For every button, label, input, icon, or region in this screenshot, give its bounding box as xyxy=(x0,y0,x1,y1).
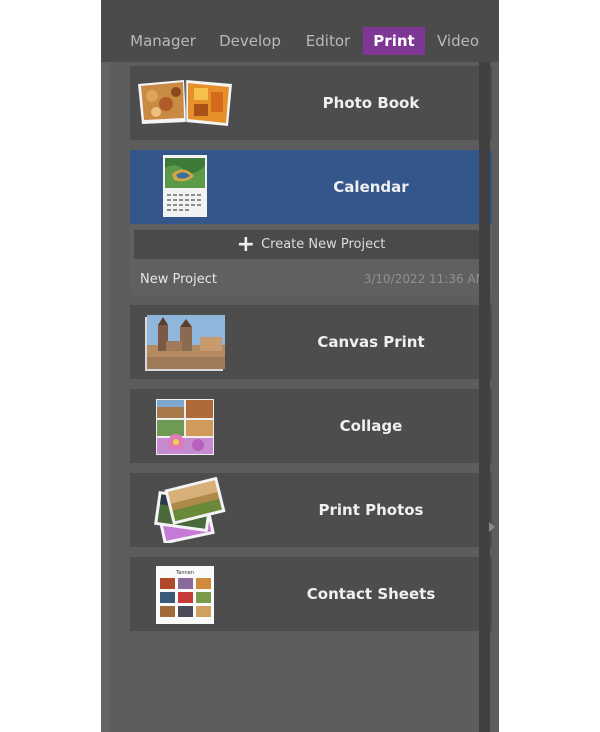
project-label: Calendar xyxy=(333,178,409,196)
tab-editor[interactable]: Editor xyxy=(301,27,355,55)
project-label: Photo Book xyxy=(322,94,420,112)
project-list: Photo Book Calendar + Create New Project… xyxy=(110,62,499,732)
tab-video[interactable]: Video xyxy=(431,27,485,55)
project-canvas-print[interactable]: Canvas Print xyxy=(130,305,492,379)
recent-project-name[interactable]: New Project xyxy=(140,272,217,287)
scrollbar[interactable] xyxy=(479,62,490,732)
contact-sheet-caption: Tannen xyxy=(175,570,194,576)
photo-book-thumbnail xyxy=(138,80,232,126)
tab-print[interactable]: Print xyxy=(363,27,425,55)
project-print-photos[interactable]: Print Photos xyxy=(130,473,492,547)
module-bar: Manager Develop Editor Print Video xyxy=(101,0,499,62)
print-panel: Manager Develop Editor Print Video Photo… xyxy=(101,0,499,732)
calendar-thumbnail xyxy=(163,155,207,217)
create-new-project-button[interactable]: + Create New Project xyxy=(134,230,488,259)
project-label: Print Photos xyxy=(318,501,424,519)
tab-develop[interactable]: Develop xyxy=(214,27,286,55)
expand-arrow-icon[interactable] xyxy=(489,522,495,532)
print-photos-thumbnail xyxy=(154,477,226,543)
project-collage[interactable]: Collage xyxy=(130,389,492,463)
canvas-print-thumbnail xyxy=(145,315,225,371)
collage-thumbnail xyxy=(156,399,214,455)
plus-icon: + xyxy=(236,232,256,257)
project-calendar-expanded: Calendar + Create New Project New Project… xyxy=(130,150,492,295)
project-contact-sheets[interactable]: Tannen Contact Sheets xyxy=(130,557,492,631)
create-new-project-label: Create New Project xyxy=(261,237,386,252)
recent-project-date: 3/10/2022 11:36 AM xyxy=(363,272,486,286)
project-label: Contact Sheets xyxy=(306,585,436,603)
module-tabs: Manager Develop Editor Print Video xyxy=(101,27,499,55)
tab-manager[interactable]: Manager xyxy=(125,27,201,55)
panel-left-edge xyxy=(101,62,110,732)
project-label: Canvas Print xyxy=(317,333,425,351)
project-calendar[interactable]: Calendar xyxy=(130,150,492,224)
project-label: Collage xyxy=(339,417,403,435)
contact-sheets-thumbnail: Tannen xyxy=(156,566,214,624)
project-photo-book[interactable]: Photo Book xyxy=(130,66,492,140)
